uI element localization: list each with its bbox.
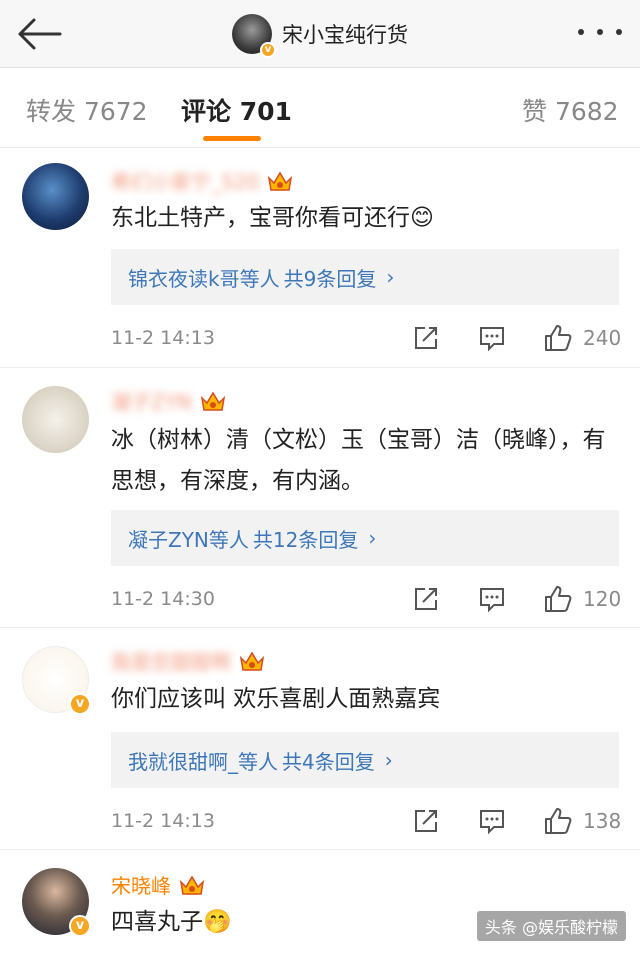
username[interactable]: 希们小家宁_520 <box>111 166 259 195</box>
verified-badge-icon: v <box>260 42 276 58</box>
comment-item: 希们小家宁_520 东北土特产，宝哥你看可还行😊 锦衣夜读k哥等人 共9条回复 … <box>0 148 640 368</box>
comment-meta: 11-2 14:13 240 <box>111 323 621 353</box>
crown-icon <box>200 391 226 411</box>
timestamp: 11-2 14:13 <box>111 327 215 349</box>
reply-count[interactable]: 共12条回复 <box>253 524 358 553</box>
tab-comments[interactable]: 评论 701 <box>181 92 292 128</box>
timestamp: 11-2 14:13 <box>111 810 215 832</box>
comment-item: v 我是您甜甜啊 你们应该叫 欢乐喜剧人面熟嘉宾 我就很甜啊_等人 共4条回复 … <box>0 628 640 850</box>
reply-preview[interactable]: 凝子ZYN等人 共12条回复 › <box>111 510 619 566</box>
avatar[interactable]: v <box>22 868 91 937</box>
comment-meta: 11-2 14:30 120 <box>111 584 621 614</box>
reply-users[interactable]: 锦衣夜读k哥等人 <box>128 263 280 292</box>
comment-text: 你们应该叫 欢乐喜剧人面熟嘉宾 <box>111 686 441 712</box>
like-icon[interactable] <box>543 584 573 614</box>
top-bar: v 宋小宝纯行货 <box>0 0 640 68</box>
comment-icon[interactable] <box>477 806 507 836</box>
comment-icon[interactable] <box>477 323 507 353</box>
reply-preview[interactable]: 锦衣夜读k哥等人 共9条回复 › <box>111 249 619 305</box>
comment-text: 东北土特产，宝哥你看可还行😊 <box>111 205 434 231</box>
comment-icon[interactable] <box>477 584 507 614</box>
more-dots-icon[interactable] <box>578 22 622 42</box>
avatar[interactable] <box>22 163 89 230</box>
comment-text: 冰（树林）清（文松）玉（宝哥）洁（晓峰），有思想，有深度，有内涵。 <box>111 427 606 494</box>
page-title[interactable]: 宋小宝纯行货 <box>282 19 408 49</box>
username[interactable]: 凝子ZYN <box>111 386 192 415</box>
crown-icon <box>239 651 265 671</box>
username[interactable]: 宋晓峰 <box>111 870 171 899</box>
like-icon[interactable] <box>543 806 573 836</box>
watermark: 头条 @娱乐酸柠檬 <box>476 911 626 941</box>
reply-count[interactable]: 共9条回复 <box>284 263 377 292</box>
chevron-right-icon: › <box>384 748 393 772</box>
chevron-right-icon: › <box>368 526 377 550</box>
comment-item: 凝子ZYN 冰（树林）清（文松）玉（宝哥）洁（晓峰），有思想，有深度，有内涵。 … <box>0 368 640 628</box>
like-count: 120 <box>583 587 622 611</box>
header-avatar[interactable]: v <box>232 14 276 58</box>
verified-badge-icon: v <box>69 915 91 937</box>
reply-users[interactable]: 凝子ZYN等人 <box>128 524 249 553</box>
reply-users[interactable]: 我就很甜啊_等人 <box>128 746 278 775</box>
like-count: 240 <box>583 326 622 350</box>
like-count: 138 <box>583 809 622 833</box>
tab-repost[interactable]: 转发 7672 <box>26 92 148 128</box>
tab-bar: 转发 7672 评论 701 赞 7682 <box>0 68 640 148</box>
active-tab-indicator <box>203 136 261 141</box>
share-icon[interactable] <box>411 806 441 836</box>
username[interactable]: 我是您甜甜啊 <box>111 646 231 675</box>
verified-badge-icon: v <box>69 693 91 715</box>
crown-icon <box>179 875 205 895</box>
share-icon[interactable] <box>411 584 441 614</box>
reply-preview[interactable]: 我就很甜啊_等人 共4条回复 › <box>111 732 619 788</box>
share-icon[interactable] <box>411 323 441 353</box>
comment-meta: 11-2 14:13 138 <box>111 806 621 836</box>
avatar[interactable] <box>22 386 89 453</box>
chevron-right-icon: › <box>386 265 395 289</box>
reply-count[interactable]: 共4条回复 <box>282 746 375 775</box>
tab-likes[interactable]: 赞 7682 <box>522 92 619 128</box>
crown-icon <box>268 171 293 191</box>
avatar[interactable]: v <box>22 646 91 715</box>
like-icon[interactable] <box>543 323 573 353</box>
timestamp: 11-2 14:30 <box>111 588 215 610</box>
